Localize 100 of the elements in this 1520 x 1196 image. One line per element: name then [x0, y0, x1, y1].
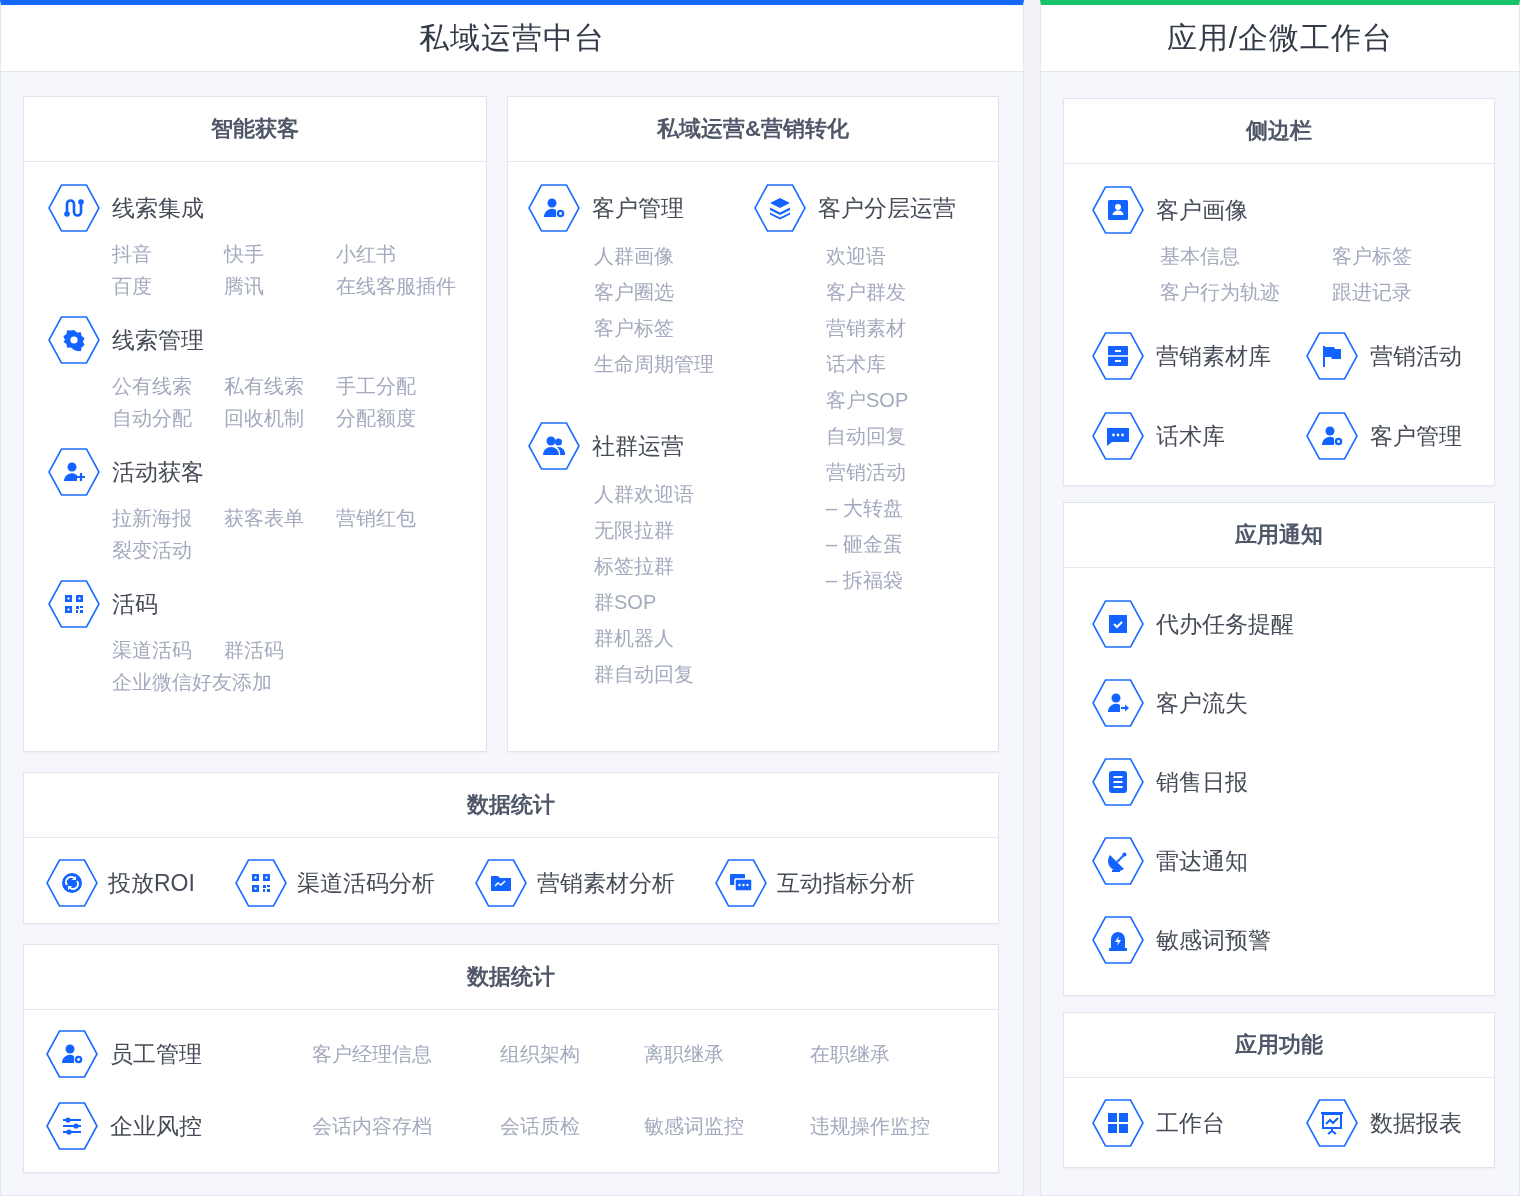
- feature-item: 腾讯: [224, 274, 265, 299]
- message-icon: [1092, 412, 1144, 460]
- layers-icon: [754, 184, 806, 232]
- feature-title: 社群运营: [592, 431, 684, 461]
- feature-item: – 拆福袋: [826, 568, 904, 593]
- feature-item: 客户经理信息: [312, 1042, 433, 1067]
- feature-item: 客户群发: [826, 280, 907, 305]
- feature-title: 企业风控: [110, 1111, 202, 1141]
- feature-title: 代办任务提醒: [1156, 609, 1294, 639]
- feature-item: 跟进记录: [1332, 280, 1413, 305]
- card-title: 私域运营&营销转化: [508, 97, 998, 162]
- feature-title: 客户流失: [1156, 688, 1248, 718]
- user-gear-icon: [1306, 412, 1358, 460]
- feature-item: 人群画像: [594, 244, 675, 269]
- feature-item: – 大转盘: [826, 496, 904, 521]
- feature-item: 客户圈选: [594, 280, 675, 305]
- feature-item: 敏感词监控: [644, 1114, 745, 1139]
- feature-title: 营销素材分析: [536, 868, 675, 898]
- sliders-icon: [46, 1102, 98, 1150]
- feature-title: 营销素材库: [1156, 341, 1271, 371]
- feature-item: 分配额度: [336, 406, 416, 431]
- feature-item: 组织架构: [500, 1042, 581, 1067]
- feature-item: 裂变活动: [112, 538, 193, 563]
- user-gear-icon: [528, 184, 580, 232]
- user-add-icon: [48, 448, 100, 496]
- feature-title: 工作台: [1156, 1108, 1225, 1138]
- route-icon: [48, 184, 100, 232]
- qr-code-icon: [48, 580, 100, 628]
- feature-item: 群SOP: [594, 590, 658, 615]
- gear-icon: [48, 316, 100, 364]
- feature-title: 活码: [112, 589, 158, 619]
- feature-item: 获客表单: [224, 506, 305, 531]
- feature-title: 员工管理: [110, 1039, 202, 1069]
- feature-item: 欢迎语: [826, 244, 887, 269]
- drawer-icon: [1092, 332, 1144, 380]
- user-exit-icon: [1092, 679, 1144, 727]
- feature-title: 投放ROI: [108, 868, 195, 898]
- card-title: 智能获客: [24, 97, 486, 162]
- feature-title: 客户管理: [592, 193, 684, 223]
- feature-title: 客户画像: [1156, 195, 1248, 225]
- feature-title: 客户分层运营: [818, 193, 956, 223]
- feature-item: 群活码: [224, 638, 285, 663]
- feature-item: 小红书: [336, 242, 396, 267]
- panel-title: 应用/企微工作台: [1041, 5, 1519, 72]
- feature-title: 雷达通知: [1156, 846, 1248, 876]
- feature-item: 在线客服插件: [336, 274, 456, 299]
- feature-item: 人群欢迎语: [594, 482, 695, 507]
- feature-item: 无限拉群: [594, 518, 675, 543]
- feature-item: 手工分配: [336, 374, 416, 399]
- feature-item: 营销素材: [826, 316, 907, 341]
- chat-icon: [714, 859, 767, 907]
- user-gear-icon: [46, 1030, 98, 1078]
- card-title: 数据统计: [24, 945, 998, 1010]
- feature-item: 违规操作监控: [810, 1114, 931, 1139]
- feature-item: 群机器人: [594, 626, 675, 651]
- document-icon: [1092, 758, 1144, 806]
- card-title: 侧边栏: [1064, 99, 1494, 164]
- feature-item: – 砸金蛋: [826, 532, 904, 557]
- feature-title: 数据报表: [1370, 1108, 1462, 1138]
- users-icon: [528, 422, 580, 470]
- feature-title: 营销活动: [1370, 341, 1462, 371]
- card-title: 应用通知: [1064, 503, 1494, 568]
- chart-board-icon: [1306, 1099, 1358, 1147]
- feature-item: 百度: [112, 274, 153, 299]
- feature-item: 离职继承: [644, 1042, 725, 1067]
- feature-item: 自动分配: [112, 406, 193, 431]
- feature-title: 互动指标分析: [776, 868, 915, 898]
- feature-title: 渠道活码分析: [296, 868, 435, 898]
- feature-item: 自动回复: [826, 424, 907, 449]
- feature-item: 群自动回复: [594, 662, 695, 687]
- feature-item: 在职继承: [810, 1042, 891, 1067]
- feature-item: 基本信息: [1160, 244, 1241, 269]
- feature-item: 抖音: [112, 242, 153, 267]
- feature-title: 敏感词预警: [1156, 925, 1271, 955]
- feature-item: 客户SOP: [826, 388, 910, 413]
- feature-title: 活动获客: [112, 457, 204, 487]
- panel-title: 私域运营中台: [1, 5, 1023, 72]
- contact-card-icon: [1092, 186, 1144, 234]
- feature-item: 快手: [224, 242, 265, 267]
- feature-item: 客户行为轨迹: [1160, 280, 1281, 305]
- folder-icon: [474, 859, 527, 907]
- feature-item: 话术库: [826, 352, 887, 377]
- refresh-icon: [46, 859, 98, 907]
- feature-item: 渠道活码: [112, 638, 193, 663]
- feature-item: 客户标签: [1332, 244, 1413, 269]
- card-title: 应用功能: [1064, 1013, 1494, 1078]
- feature-item: 公有线索: [112, 374, 193, 399]
- feature-title: 客户管理: [1370, 421, 1462, 451]
- grid-icon: [1092, 1099, 1144, 1147]
- feature-item: 回收机制: [224, 406, 305, 431]
- feature-item: 营销红包: [336, 506, 416, 531]
- feature-item: 会话质检: [500, 1114, 581, 1139]
- feature-item: 客户标签: [594, 316, 675, 341]
- feature-item: 营销活动: [826, 460, 907, 485]
- feature-item: 会话内容存档: [312, 1114, 433, 1139]
- satellite-dish-icon: [1092, 837, 1144, 885]
- qr-code-icon: [234, 859, 287, 907]
- feature-title: 话术库: [1156, 421, 1225, 451]
- feature-title: 销售日报: [1156, 767, 1248, 797]
- feature-item: 拉新海报: [112, 506, 193, 531]
